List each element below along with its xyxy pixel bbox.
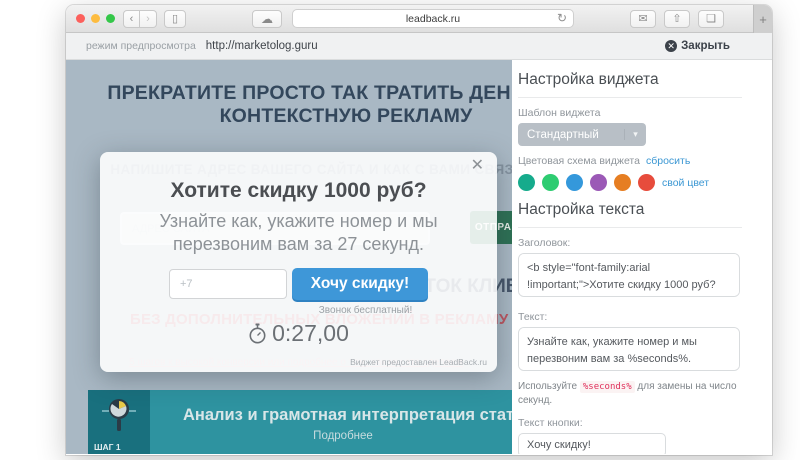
- minimize-window-button[interactable]: [91, 14, 100, 23]
- color-swatch-green[interactable]: [542, 174, 559, 191]
- button-text-input[interactable]: [518, 433, 666, 454]
- zoom-window-button[interactable]: [106, 14, 115, 23]
- refresh-icon[interactable]: ↻: [557, 11, 567, 25]
- browser-window: ‹ › ▯ ☁ leadback.ru ↻ ✉ ⇧ ❏ + режим пред…: [66, 5, 772, 455]
- close-preview-button[interactable]: ✕ Закрыть: [665, 40, 730, 52]
- callback-widget-modal: ✕ Хотите скидку 1000 руб? Узнайте как, у…: [100, 152, 497, 372]
- nav-buttons: ‹ ›: [123, 9, 157, 28]
- url-bar[interactable]: leadback.ru ↻: [292, 9, 574, 28]
- color-scheme-label: Цветовая схема виджета: [518, 155, 640, 167]
- traffic-lights: [76, 14, 115, 23]
- heading-field-label: Заголовок:: [518, 237, 571, 249]
- heading-textarea[interactable]: <b style="font-family:arial !important;"…: [518, 253, 740, 297]
- template-dropdown[interactable]: Стандартный ▾: [518, 123, 646, 146]
- step-band-more-link[interactable]: Подробнее: [183, 430, 503, 442]
- color-scheme-row: Цветовая схема виджета сбросить: [518, 155, 742, 167]
- color-swatch-red[interactable]: [638, 174, 655, 191]
- seconds-token: %seconds%: [579, 381, 635, 393]
- settings-panel: Настройка виджета Шаблон виджета Стандар…: [512, 60, 772, 454]
- back-button[interactable]: ‹: [123, 9, 140, 28]
- widget-branding: Виджет предоставлен LeadBack.ru: [350, 357, 487, 367]
- step-icon-tile: ШАГ 1: [88, 390, 150, 454]
- step-number-label: ШАГ 1: [94, 442, 121, 452]
- text-settings-title: Настройка текста: [518, 201, 742, 228]
- color-swatch-teal[interactable]: [518, 174, 535, 191]
- chevron-down-icon: ▾: [624, 129, 646, 140]
- icloud-icon[interactable]: ☁: [252, 9, 282, 28]
- desktop-canvas: ‹ › ▯ ☁ leadback.ru ↻ ✉ ⇧ ❏ + режим пред…: [0, 0, 800, 460]
- site-preview: ПРЕКРАТИТЕ ПРОСТО ТАК ТРАТИТЬ ДЕНЬГИ НА …: [66, 60, 512, 454]
- timer-value: 0:27,00: [272, 320, 349, 346]
- reset-colors-link[interactable]: сбросить: [646, 155, 690, 167]
- share-icon[interactable]: ⇧: [664, 9, 690, 28]
- preview-mode-label: режим предпросмотра: [86, 40, 196, 52]
- magnifier-chart-icon: [102, 399, 136, 431]
- forward-button[interactable]: ›: [140, 9, 157, 28]
- modal-close-icon[interactable]: ✕: [471, 155, 484, 175]
- template-label: Шаблон виджета: [518, 107, 601, 119]
- toolbar-right-buttons: ✉ ⇧ ❏: [630, 9, 724, 28]
- url-text: leadback.ru: [405, 12, 461, 25]
- widget-settings-title: Настройка виджета: [518, 71, 742, 98]
- close-icon: ✕: [665, 40, 678, 52]
- custom-color-link[interactable]: свой цвет: [662, 177, 709, 189]
- template-selected-value: Стандартный: [527, 128, 599, 141]
- page-headline: ПРЕКРАТИТЕ ПРОСТО ТАК ТРАТИТЬ ДЕНЬГИ НА …: [107, 82, 512, 127]
- discount-button[interactable]: Хочу скидку!: [292, 268, 428, 300]
- modal-body-text: Узнайте как, укажите номер и мы перезвон…: [159, 211, 438, 254]
- modal-title: Хотите скидку 1000 руб?: [170, 179, 427, 202]
- color-swatches: свой цвет: [518, 174, 742, 191]
- close-preview-label: Закрыть: [681, 40, 730, 52]
- phone-input[interactable]: [169, 269, 287, 299]
- modal-form-row: Хочу скидку!: [100, 268, 497, 300]
- free-call-note: Звонок бесплатный!: [318, 305, 413, 316]
- text-field-label: Текст:: [518, 311, 548, 323]
- tabs-icon[interactable]: ❏: [698, 9, 724, 28]
- browser-titlebar: ‹ › ▯ ☁ leadback.ru ↻ ✉ ⇧ ❏ +: [66, 5, 772, 33]
- preview-bar: режим предпросмотра http://marketolog.gu…: [66, 33, 772, 60]
- new-tab-button[interactable]: +: [753, 5, 772, 33]
- stopwatch-icon: [249, 323, 266, 344]
- close-window-button[interactable]: [76, 14, 85, 23]
- mail-icon[interactable]: ✉: [630, 9, 656, 28]
- step-band: ШАГ 1 Анализ и грамотная интерпретация с…: [88, 390, 512, 454]
- text-textarea[interactable]: Узнайте как, укажите номер и мы перезвон…: [518, 327, 740, 371]
- step-band-title: Анализ и грамотная интерпретация статист…: [183, 406, 512, 424]
- content-area: ПРЕКРАТИТЕ ПРОСТО ТАК ТРАТИТЬ ДЕНЬГИ НА …: [66, 60, 772, 454]
- preview-site-url: http://marketolog.guru: [205, 40, 318, 52]
- color-swatch-blue[interactable]: [566, 174, 583, 191]
- seconds-hint: Используйте %seconds% для замены на числ…: [518, 381, 737, 406]
- sidebar-icon[interactable]: ▯: [164, 9, 186, 28]
- timer-row: 0:27,00: [100, 320, 497, 347]
- color-swatch-orange[interactable]: [614, 174, 631, 191]
- color-swatch-purple[interactable]: [590, 174, 607, 191]
- button-field-label: Текст кнопки:: [518, 417, 583, 429]
